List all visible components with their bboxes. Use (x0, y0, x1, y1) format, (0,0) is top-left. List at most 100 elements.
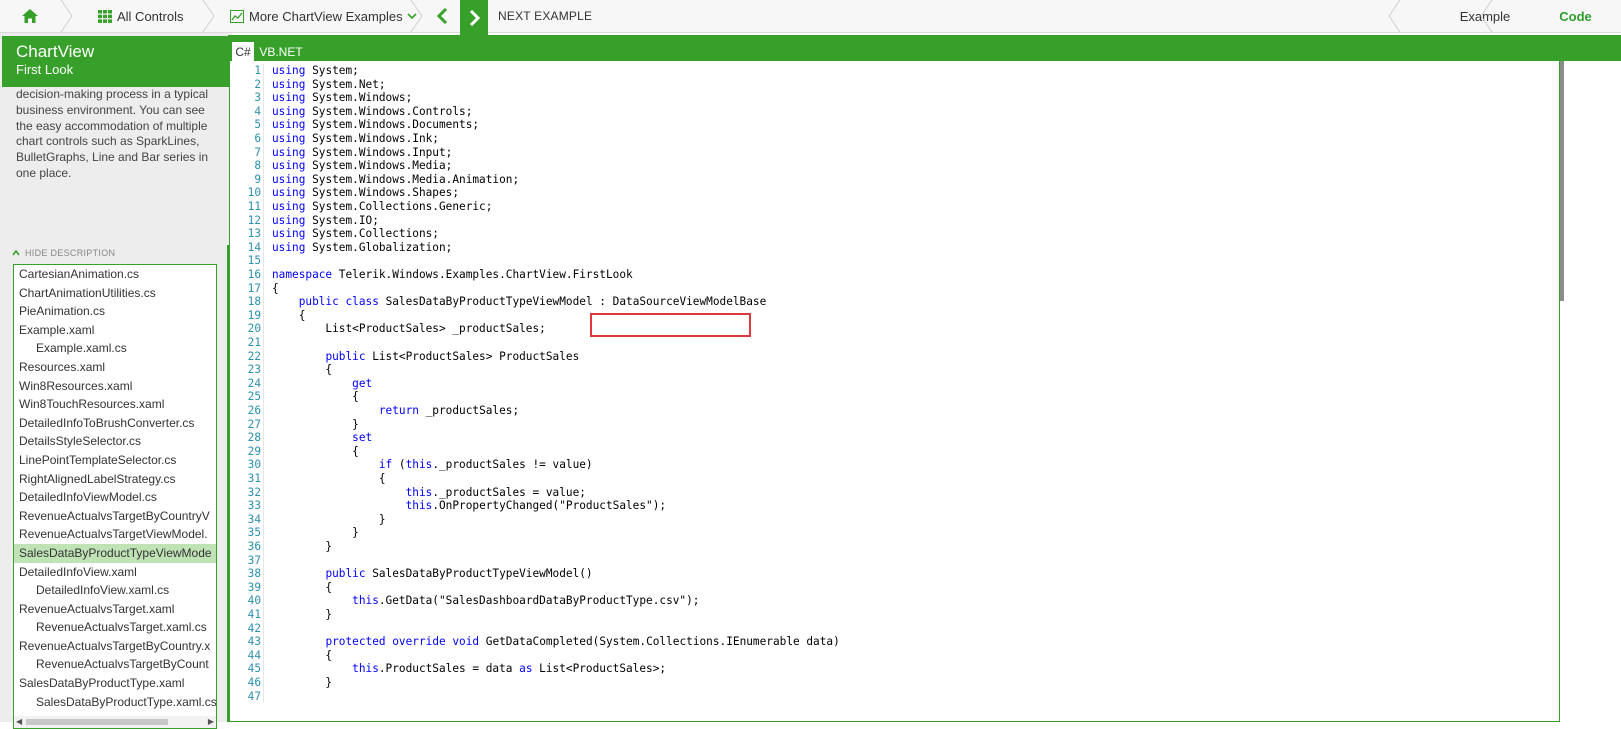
code-text: GetDataCompleted(System.Collections.IEnu… (479, 635, 840, 649)
code-keyword: using (272, 118, 306, 132)
code-line: 29 { (230, 444, 359, 459)
scroll-left-icon[interactable]: ◀ (16, 716, 22, 728)
top-navigation-bar: All Controls More ChartView Examples NEX… (0, 0, 1621, 36)
line-number: 32 (230, 485, 264, 500)
line-number: 27 (230, 417, 264, 432)
line-number: 37 (230, 553, 264, 568)
code-line: 17 { (230, 281, 279, 296)
file-list-item[interactable]: Resources.xaml (14, 358, 216, 377)
file-list-item[interactable]: RevenueActualvsTarget.xaml.cs (14, 618, 216, 637)
scrollbar-thumb[interactable] (1560, 61, 1564, 301)
line-number: 19 (230, 308, 264, 323)
line-number: 18 (230, 295, 264, 309)
file-list-item[interactable]: ChartAnimationUtilities.cs (14, 284, 216, 303)
file-list-item[interactable]: DetailedInfoViewModel.cs (14, 488, 216, 507)
file-list-item[interactable]: Win8TouchResources.xaml (14, 395, 216, 414)
tab-code[interactable]: Code (1530, 0, 1621, 32)
file-list-item[interactable]: SalesDataByProductType.xaml (14, 674, 216, 693)
file-list-item[interactable]: DetailedInfoView.xaml (14, 563, 216, 582)
file-list-item[interactable]: RightAlignedLabelStrategy.cs (14, 470, 216, 489)
code-text: System.Net; (305, 77, 386, 91)
more-examples-dropdown[interactable]: More ChartView Examples (230, 0, 417, 32)
code-keyword: as (519, 662, 533, 676)
line-number: 14 (230, 240, 264, 255)
file-list-item[interactable]: Win8Resources.xaml (14, 377, 216, 396)
line-number: 11 (230, 200, 264, 214)
code-text: } (272, 540, 333, 553)
code-line: 13 using System.Collections; (230, 227, 439, 241)
code-text: System.Collections; (305, 227, 439, 241)
code-line: 10 using System.Windows.Shapes; (230, 186, 459, 200)
code-editor[interactable]: 1 using System; 2 using System.Net; 3 using S… (229, 61, 1560, 722)
file-list-item[interactable]: LinePointTemplateSelector.cs (14, 451, 216, 470)
code-keyword: protected (325, 635, 386, 649)
more-examples-label: More ChartView Examples (249, 8, 403, 24)
file-list-item[interactable]: RevenueActualvsTargetByCount (14, 655, 216, 674)
line-number: 28 (230, 431, 264, 445)
line-number: 31 (230, 472, 264, 486)
next-example-button[interactable] (460, 0, 488, 36)
hide-description-toggle[interactable]: HIDE DESCRIPTION (12, 248, 115, 258)
tab-csharp[interactable]: C# (232, 42, 254, 61)
line-number: 22 (230, 349, 264, 364)
code-text: SalesDataByProductTypeViewModel : DataSo… (378, 295, 767, 309)
line-number: 45 (230, 662, 264, 676)
file-list-item[interactable]: CartesianAnimation.cs (14, 265, 216, 284)
line-number: 24 (230, 376, 264, 391)
line-number: 21 (230, 336, 264, 350)
code-line: 8 using System.Windows.Media; (230, 159, 452, 173)
file-list-item[interactable]: DetailsStyleSelector.cs (14, 432, 216, 451)
code-vertical-scrollbar[interactable] (1560, 61, 1568, 301)
file-list-item[interactable]: Example.xaml.cs (14, 339, 216, 358)
line-number: 2 (230, 77, 264, 92)
code-line: 9 using System.Windows.Media.Animation; (230, 172, 520, 187)
code-text: } (272, 512, 386, 526)
all-controls-button[interactable]: All Controls (98, 0, 183, 32)
code-text: { (272, 363, 333, 377)
code-line: 30 if (this._productSales != value) (230, 458, 593, 472)
file-list-item[interactable]: SalesDataByProductTypeViewMode (14, 543, 216, 563)
code-line: 38 public SalesDataByProductTypeViewMode… (230, 567, 593, 581)
scroll-right-icon[interactable]: ▶ (208, 716, 214, 728)
previous-example-button[interactable] (430, 0, 456, 32)
code-text: System.Collections.Generic; (305, 200, 493, 213)
line-number: 29 (230, 444, 264, 459)
file-list-horizontal-scrollbar[interactable]: ◀ ▶ (14, 716, 216, 728)
line-number: 8 (230, 159, 264, 173)
line-number: 17 (230, 281, 264, 296)
code-text: System.Windows; (305, 91, 413, 105)
code-keyword: this (352, 662, 379, 676)
code-text: { (272, 648, 333, 662)
tab-vbnet[interactable]: VB.NET (259, 42, 302, 61)
line-number: 12 (230, 213, 264, 228)
line-number: 47 (230, 689, 264, 704)
next-example-label[interactable]: NEXT EXAMPLE (498, 0, 592, 32)
line-number: 30 (230, 458, 264, 472)
code-line: 37 (230, 553, 272, 568)
code-line: 34 } (230, 512, 386, 527)
file-list-item[interactable]: RevenueActualvsTargetByCountryV (14, 507, 216, 526)
code-text: { (272, 281, 279, 295)
file-list-item[interactable]: SalesDataByProductType.xaml.cs (14, 693, 216, 712)
file-list-item[interactable]: RevenueActualvsTargetByCountry.x (14, 637, 216, 656)
file-list-item[interactable]: DetailedInfoToBrushConverter.cs (14, 414, 216, 433)
file-list-item[interactable]: PieAnimation.cs (14, 302, 216, 321)
code-keyword: using (272, 240, 306, 254)
code-text: System.Windows.Media; (305, 159, 453, 173)
home-button[interactable] (0, 0, 60, 32)
hide-description-label: HIDE DESCRIPTION (25, 248, 116, 258)
file-list-item[interactable]: DetailedInfoView.xaml.cs (14, 581, 216, 600)
code-line: 7 using System.Windows.Input; (230, 145, 452, 160)
code-text: System.Windows.Media.Animation; (305, 172, 520, 186)
file-list-item[interactable]: RevenueActualvsTargetViewModel. (14, 525, 216, 544)
code-keyword: class (345, 295, 379, 309)
scrollbar-thumb[interactable] (26, 719, 168, 725)
file-list-item[interactable]: Example.xaml (14, 321, 216, 340)
line-number: 43 (230, 635, 264, 649)
code-text: List<ProductSales> ProductSales (365, 349, 580, 363)
file-list-item[interactable]: RevenueActualvsTarget.xaml (14, 600, 216, 619)
